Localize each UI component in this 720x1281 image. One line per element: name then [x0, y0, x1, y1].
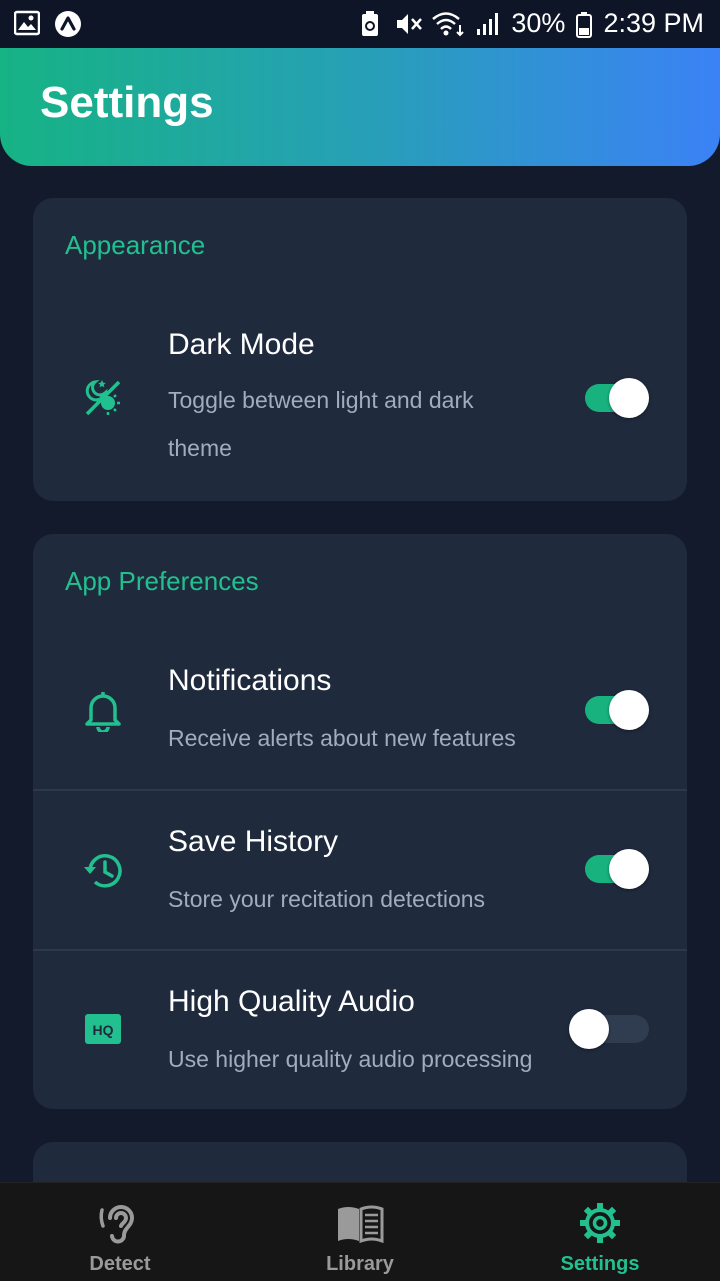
- signal-icon: [475, 11, 501, 37]
- high-quality-audio-toggle[interactable]: [569, 1009, 649, 1049]
- toggle-knob: [609, 378, 649, 418]
- setting-description: Receive alerts about new features: [168, 725, 516, 751]
- dark-mode-toggle[interactable]: [585, 378, 649, 418]
- page-title: Settings: [40, 78, 214, 127]
- gear-icon: [576, 1199, 624, 1247]
- toggle-knob: [569, 1009, 609, 1049]
- nav-item-settings[interactable]: Settings: [480, 1183, 720, 1281]
- toggle-knob: [609, 849, 649, 889]
- setting-description: Toggle between light and dark theme: [168, 387, 474, 461]
- mute-icon: [395, 11, 423, 37]
- row-divider: [33, 949, 687, 951]
- hq-icon: HQ: [79, 1005, 127, 1053]
- appearance-card: Appearance Dark Mode Toggle between ligh…: [33, 198, 687, 501]
- save-history-toggle[interactable]: [585, 849, 649, 889]
- setting-title: High Quality Audio: [168, 985, 415, 1018]
- setting-title: Notifications: [168, 664, 332, 697]
- setting-description: Store your recitation detections: [168, 886, 486, 912]
- bottom-navigation: Detect Library Settings: [0, 1182, 720, 1281]
- bell-icon: [79, 686, 127, 734]
- clock: 2:39 PM: [603, 8, 704, 38]
- setting-title: Save History: [168, 825, 339, 858]
- app-notification-icon: [54, 10, 81, 37]
- battery-icon: [575, 11, 593, 38]
- setting-description: Use higher quality audio processing: [168, 1046, 533, 1072]
- svg-text:HQ: HQ: [93, 1022, 114, 1038]
- nav-label: Detect: [89, 1253, 151, 1275]
- wifi-icon: [431, 11, 465, 37]
- setting-row-high-quality-audio: HQ High Quality Audio Use higher quality…: [33, 949, 687, 1109]
- nav-item-detect[interactable]: Detect: [0, 1183, 240, 1281]
- setting-row-notifications: Notifications Receive alerts about new f…: [33, 634, 687, 789]
- nav-label: Settings: [560, 1253, 640, 1275]
- setting-title: Dark Mode: [168, 328, 315, 361]
- theme-icon: [79, 374, 127, 422]
- status-bar: 30% 2:39 PM: [0, 0, 720, 48]
- battery-percent: 30%: [511, 8, 566, 38]
- ear-icon: [96, 1199, 144, 1247]
- app-header: Settings: [0, 48, 720, 166]
- gallery-icon: [13, 10, 41, 36]
- app-preferences-card: App Preferences Notifications Receive al…: [33, 534, 687, 1109]
- section-title: App Preferences: [65, 566, 259, 596]
- section-title: Appearance: [65, 230, 206, 260]
- history-icon: [79, 847, 127, 895]
- nav-item-library[interactable]: Library: [240, 1183, 480, 1281]
- toggle-knob: [609, 690, 649, 730]
- book-icon: [336, 1199, 384, 1247]
- setting-row-save-history: Save History Store your recitation detec…: [33, 789, 687, 949]
- setting-row-dark-mode: Dark Mode Toggle between light and dark …: [33, 298, 687, 501]
- nav-label: Library: [326, 1253, 394, 1275]
- row-divider: [33, 789, 687, 791]
- battery-saver-icon: [359, 10, 385, 37]
- notifications-toggle[interactable]: [585, 690, 649, 730]
